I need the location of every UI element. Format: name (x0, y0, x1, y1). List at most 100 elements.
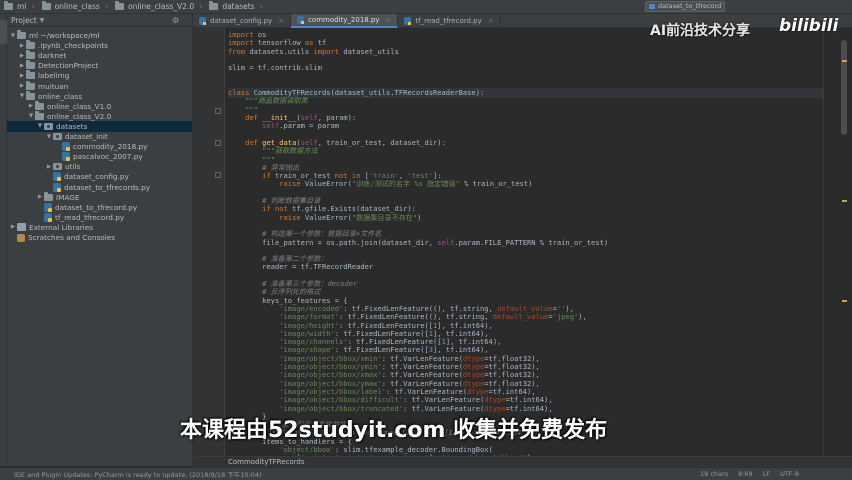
code-line[interactable]: raise ValueError("训练/测试的名字 %s 指定错误" % tr… (228, 179, 532, 189)
close-icon[interactable]: × (488, 17, 494, 25)
folder-icon (26, 70, 35, 80)
close-icon[interactable]: × (278, 17, 284, 25)
status-message[interactable]: IDE and Plugin Updates: PyCharm is ready… (14, 469, 262, 479)
editor-breadcrumb[interactable]: CommodityTFRecords (193, 456, 852, 467)
collapse-arrow-icon[interactable]: ▶ (18, 43, 26, 49)
code-token: raise (228, 212, 305, 222)
chevron-down-icon[interactable]: ▼ (40, 17, 45, 24)
project-panel-title: Project (11, 15, 37, 25)
error-stripe-mark[interactable] (842, 300, 847, 302)
code-line[interactable]: reader = tf.TFRecordReader (228, 262, 373, 272)
fold-icon[interactable] (215, 172, 221, 178)
collapse-arrow-icon[interactable]: ▶ (18, 53, 26, 59)
expand-arrow-icon[interactable]: ▼ (9, 33, 17, 39)
tree-item-label: IMAGE (56, 192, 80, 202)
error-stripe-mark[interactable] (842, 200, 847, 202)
code-token: "数据集目录不存在" (351, 212, 418, 222)
library-icon (17, 223, 26, 232)
chevron-right-icon: › (259, 2, 263, 11)
code-token: reader = tf.TFRecordReader (228, 262, 374, 272)
scrollbar-thumb[interactable] (841, 40, 847, 135)
project-panel-header[interactable]: Project ▼ ⚙ (7, 14, 192, 27)
line-gutter (193, 28, 225, 456)
folder-icon (26, 40, 35, 50)
code-line[interactable]: raise ValueError("数据集目录不存在") (228, 213, 421, 223)
code-token: ValueError( (304, 212, 352, 222)
code-token: file_pattern = os.path.join(dataset_dir, (228, 237, 438, 247)
collapse-arrow-icon[interactable]: ▶ (36, 194, 44, 200)
code-line[interactable]: self.param = param (228, 121, 339, 131)
fold-icon[interactable] (215, 140, 221, 146)
tab-label: commodity_2018.py (308, 16, 380, 24)
error-stripe-mark[interactable] (842, 60, 847, 62)
folder-icon (4, 1, 13, 10)
breadcrumb-online-class-v2[interactable]: online_class_V2.0 › (111, 0, 205, 14)
collapse-arrow-icon[interactable]: ▶ (18, 63, 26, 69)
tree-item-label: dataset_to_tfrecord.py (55, 202, 138, 212)
tree-item-label: External Libraries (29, 222, 94, 232)
code-editor[interactable]: import os import tensorflow as tf from dat… (226, 28, 826, 456)
code-line[interactable]: class CommodityTFRecords(dataset_utils.T… (228, 88, 823, 99)
collapse-arrow-icon[interactable]: ▶ (27, 103, 35, 109)
expand-arrow-icon[interactable]: ▼ (18, 93, 26, 99)
project-tool-button[interactable] (0, 20, 7, 44)
collapse-arrow-icon[interactable]: ▶ (45, 164, 53, 170)
code-token: import (313, 46, 344, 56)
tree-item-label: .ipynb_checkpoints (38, 41, 108, 51)
bilibili-logo: bilibili (779, 16, 839, 36)
breadcrumb-datasets[interactable]: datasets › (205, 0, 265, 14)
status-bar: IDE and Plugin Updates: PyCharm is ready… (0, 467, 852, 480)
folder-icon (26, 50, 35, 60)
python-file-icon (53, 182, 61, 192)
package-icon (53, 133, 62, 140)
collapse-arrow-icon[interactable]: ▶ (9, 224, 17, 230)
tree-item-label: dataset_config.py (64, 172, 129, 182)
collapse-arrow-icon[interactable]: ▶ (18, 73, 26, 79)
tree-item-label: online_class_V1.0 (47, 101, 112, 111)
expand-arrow-icon[interactable]: ▼ (36, 123, 44, 129)
chevron-right-icon: › (199, 2, 203, 11)
code-token: self (437, 237, 455, 247)
python-file-icon (404, 17, 412, 25)
breadcrumb-ml[interactable]: ml › (0, 0, 38, 14)
tree-item-label: dataset_to_tfrecords.py (64, 182, 151, 192)
tab-label: dataset_config.py (210, 17, 273, 25)
cursor-position[interactable]: 8:69 (738, 470, 753, 478)
breadcrumb-online-class[interactable]: online_class › (38, 0, 111, 14)
editor-tab[interactable]: commodity_2018.py × (291, 14, 399, 28)
python-file-icon (62, 152, 70, 162)
folder-icon (26, 80, 35, 90)
package-icon (53, 163, 62, 171)
gear-icon[interactable]: ⚙ (172, 16, 179, 25)
file-encoding[interactable]: UTF-8 (780, 470, 799, 478)
watermark-brand: AI前沿技术分享 (650, 23, 751, 39)
navigation-bar: ml › online_class › online_class_V2.0 › dat… (0, 0, 852, 14)
folder-icon (26, 60, 35, 70)
folder-icon (26, 90, 35, 100)
editor-tab[interactable]: tf_read_tfrecord.py × (398, 14, 501, 28)
collapse-arrow-icon[interactable]: ▶ (18, 83, 26, 89)
code-line[interactable]: file_pattern = os.path.join(dataset_dir,… (228, 238, 608, 248)
code-token: ), (578, 312, 587, 322)
close-icon[interactable]: × (386, 16, 392, 24)
tree-item-label: labelimg (38, 71, 70, 81)
fold-icon[interactable] (215, 108, 221, 114)
line-separator[interactable]: LF (763, 470, 770, 478)
expand-arrow-icon[interactable]: ▼ (27, 113, 35, 119)
project-panel: Project ▼ ⚙ ▼ ml ~/workspace/ml ▶ .ipynb_ch… (7, 14, 193, 466)
code-token: ValueError( (304, 179, 352, 189)
code-line[interactable]: slim = tf.contrib.slim (228, 63, 322, 73)
folder-icon (35, 100, 44, 110)
run-configuration-select[interactable]: dataset_to_tfrecord (645, 1, 725, 12)
code-token: , train_or_test, dataset_dir): (317, 137, 446, 147)
tree-folder-item[interactable]: Scratches and Consoles (7, 232, 192, 243)
tree-item-label: datasets (56, 121, 88, 131)
tree-item-label: DetectionProject (38, 61, 99, 71)
editor-tab[interactable]: dataset_config.py × (193, 14, 292, 28)
expand-arrow-icon[interactable]: ▼ (45, 134, 53, 140)
code-line[interactable]: from datasets.utils import dataset_utils (228, 47, 399, 57)
watermark-caption: 本课程由52studyit.com 收集并免费发布 (180, 418, 608, 443)
right-margin-guide (823, 28, 824, 456)
tree-item-label: darknet (38, 51, 67, 61)
tree-item-label: dataset_init (65, 132, 108, 141)
